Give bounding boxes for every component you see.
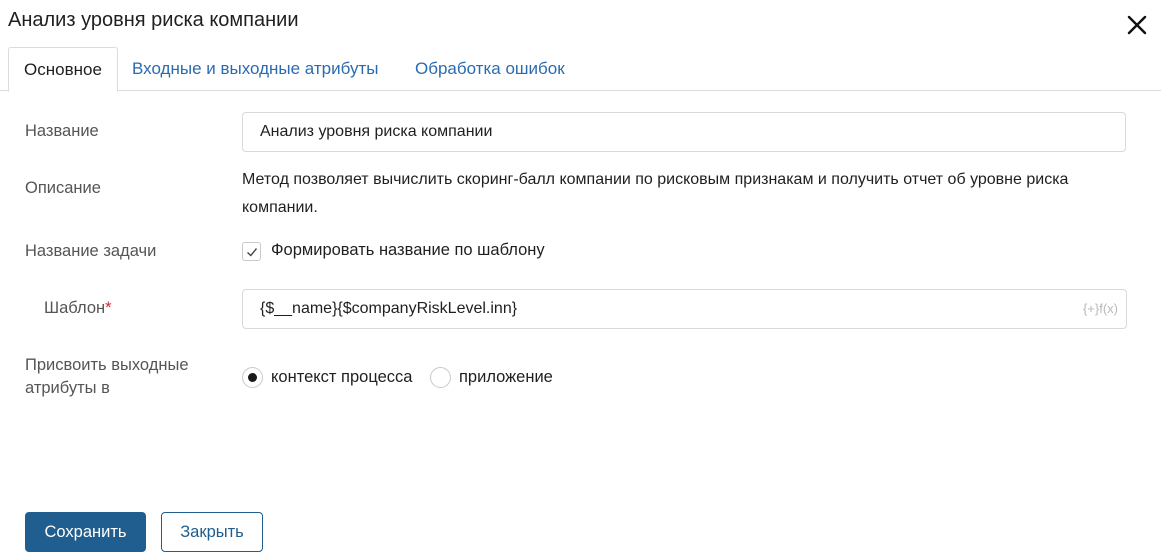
close-button[interactable]: Закрыть (161, 512, 263, 552)
assign-outputs-label-line1: Присвоить выходные (25, 356, 189, 374)
template-label-text: Шаблон (44, 299, 106, 317)
name-input[interactable]: Анализ уровня риска компании (242, 112, 1126, 152)
close-icon[interactable] (1126, 14, 1148, 36)
save-button[interactable]: Сохранить (25, 512, 146, 552)
description-text: Метод позволяет вычислить скоринг-балл к… (242, 171, 1069, 216)
tab-error-handling[interactable]: Обработка ошибок (415, 47, 565, 91)
function-icon[interactable]: {+}f(x) (1083, 300, 1118, 318)
template-value: {$__name}{$companyRiskLevel.inn} (260, 300, 518, 317)
template-name-checkbox-label[interactable]: Формировать название по шаблону (271, 241, 545, 260)
tab-bar: Основное Входные и выходные атрибуты Обр… (0, 47, 1161, 92)
assign-outputs-label-line2: атрибуты в (25, 379, 110, 397)
radio-process-context-label[interactable]: контекст процесса (271, 368, 412, 387)
template-label: Шаблон* (44, 299, 112, 318)
tab-input-output-attributes[interactable]: Входные и выходные атрибуты (132, 47, 379, 91)
tab-main[interactable]: Основное (8, 47, 118, 92)
radio-application[interactable] (430, 367, 451, 388)
name-label: Название (25, 122, 99, 140)
template-input[interactable]: {$__name}{$companyRiskLevel.inn} {+}f(x) (242, 289, 1127, 329)
dialog-title: Анализ уровня риска компании (8, 9, 299, 31)
dialog: Анализ уровня риска компании Основное Вх… (0, 0, 1161, 558)
description-label: Описание (25, 179, 101, 197)
template-name-checkbox[interactable] (242, 242, 261, 261)
radio-process-context[interactable] (242, 367, 263, 388)
required-mark: * (105, 299, 112, 317)
task-name-label: Название задачи (25, 242, 157, 260)
radio-application-label[interactable]: приложение (459, 368, 553, 387)
